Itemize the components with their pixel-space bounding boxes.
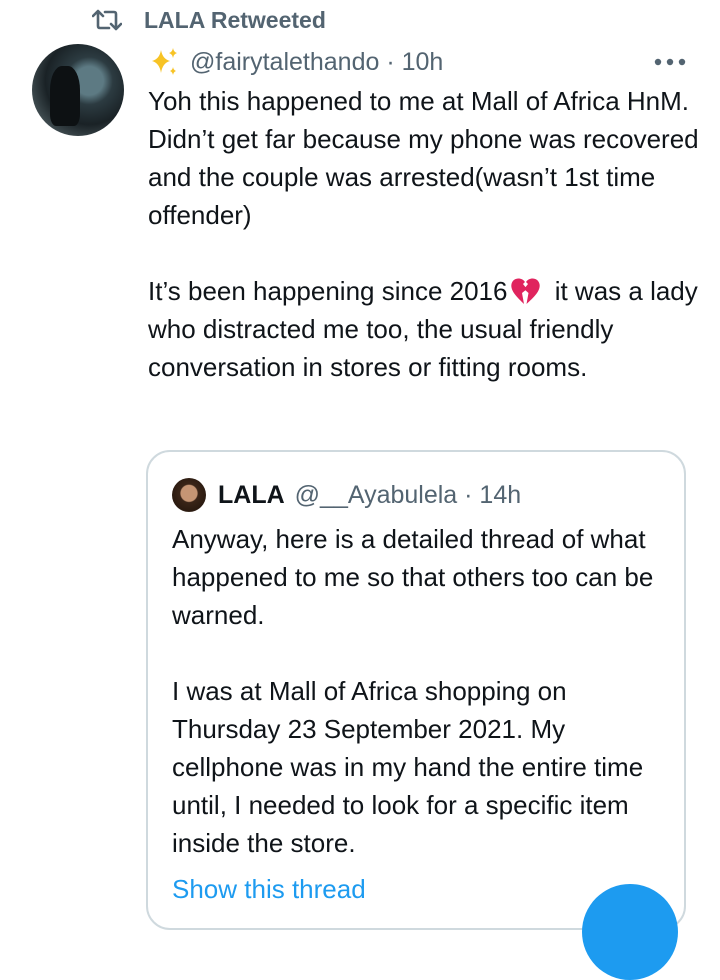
quoted-tweet-card[interactable]: LALA @__Ayabulela · 14h Anyway, here is … [146,450,686,930]
sparkle-icon [152,48,177,75]
more-icon[interactable] [650,54,690,70]
tweet-text: Yoh this happened to me at Mall of Afric… [148,82,708,386]
tweet-paragraph-2: It’s been happening since 2016 it was a … [148,272,708,386]
retweet-icon [92,9,122,31]
author-handle-time[interactable]: @fairytalethando · 10h [190,48,443,77]
quoted-avatar [172,478,206,512]
quoted-author-name: LALA [218,480,285,509]
quoted-paragraph-1: Anyway, here is a detailed thread of wha… [172,524,654,630]
quoted-tweet-header: LALA @__Ayabulela · 14h [172,478,521,512]
quoted-author-handle-time: @__Ayabulela · 14h [294,480,522,509]
tweet-header: @fairytalethando · 10h [148,44,443,80]
quoted-paragraph-2: I was at Mall of Africa shopping on Thur… [172,676,644,858]
avatar[interactable] [32,44,124,136]
quoted-tweet-text: Anyway, here is a detailed thread of wha… [172,520,672,862]
show-thread-link[interactable]: Show this thread [172,870,366,908]
broken-heart-icon [511,278,541,304]
tweet-paragraph-1: Yoh this happened to me at Mall of Afric… [148,86,699,230]
retweet-indicator[interactable]: LALA Retweeted [92,4,326,36]
compose-button[interactable] [582,884,678,980]
retweet-label: LALA Retweeted [144,6,326,33]
tweet-paragraph-2-start: It’s been happening since 2016 [148,276,508,306]
